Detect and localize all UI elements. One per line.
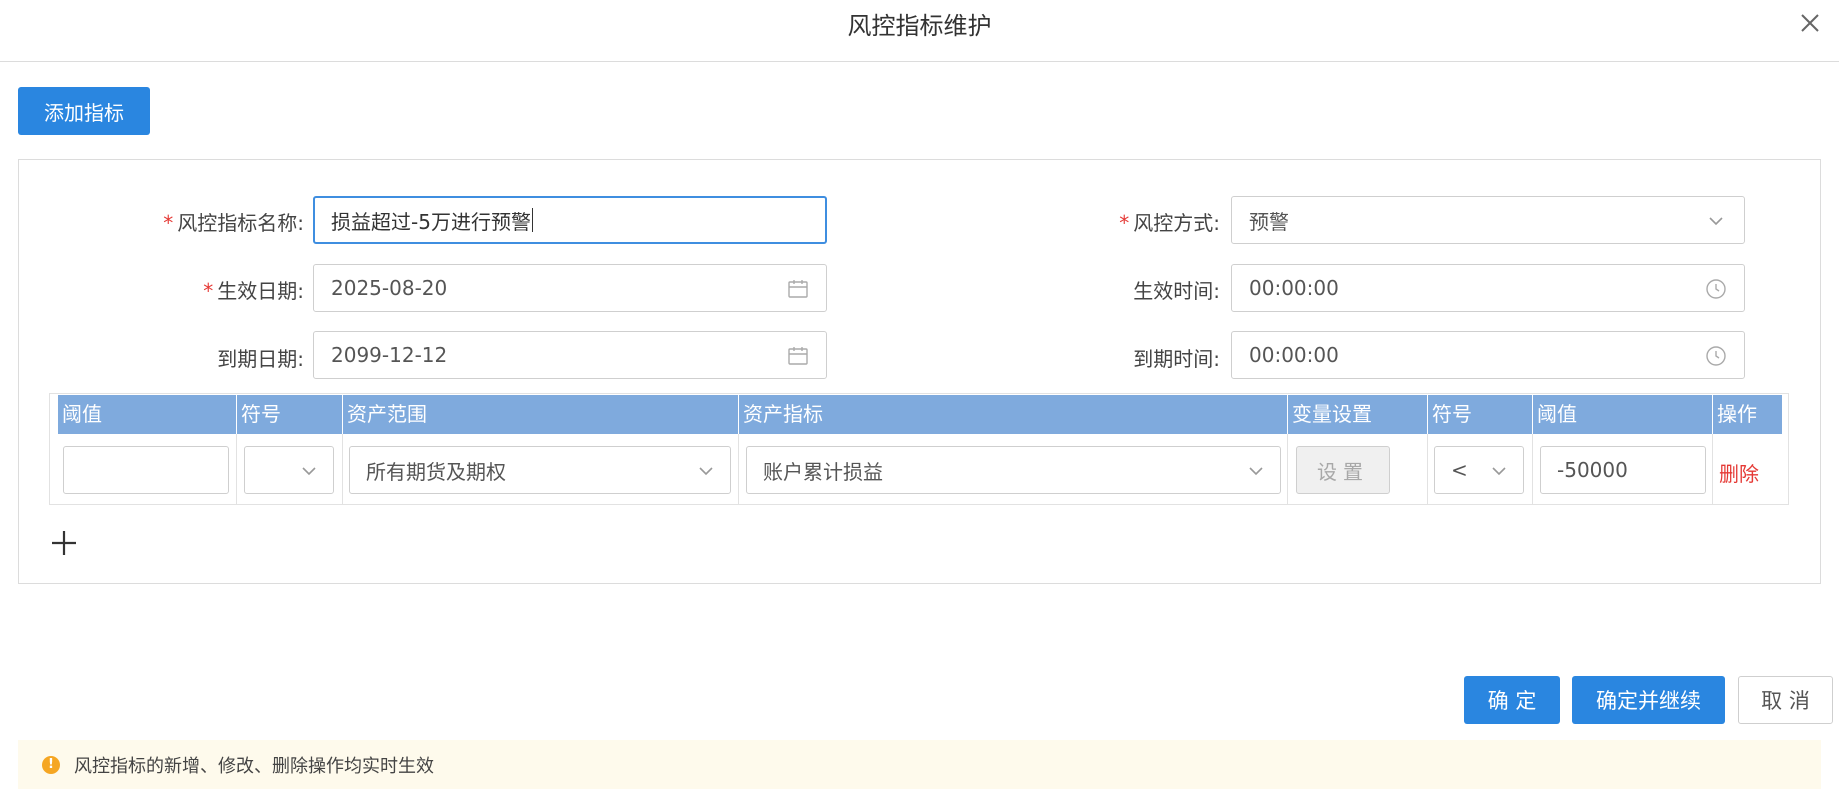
delete-row-link[interactable]: 删除 [1719,458,1759,487]
column-header: 阈值 [58,395,237,434]
cancel-button[interactable]: 取 消 [1738,676,1833,724]
add-row-plus-icon[interactable] [48,527,80,559]
column-header: 阈值 [1533,395,1713,434]
asset-scope-select[interactable]: 所有期货及期权 [349,446,731,494]
close-icon[interactable] [1793,6,1827,40]
column-header: 符号 [1428,395,1533,434]
variable-settings-button[interactable]: 设置 [1296,446,1390,494]
text-caret [531,208,533,232]
column-header: 资产范围 [343,395,739,434]
column-header: 符号 [237,395,343,434]
column-divider [1427,434,1428,504]
indicator-name-input[interactable]: 损益超过-5万进行预警 [313,196,827,244]
expire-time-picker[interactable]: 00:00:00 [1231,331,1745,379]
method-select[interactable]: 预警 [1231,196,1745,244]
symbol-right-select[interactable]: < [1434,446,1524,494]
confirm-button[interactable]: 确 定 [1464,676,1560,724]
column-divider [236,434,237,504]
table-row: 所有期货及期权 账户累计损益 设置 < -50000 删除 [50,434,1788,504]
column-header: 操作 [1717,402,1757,426]
chevron-down-icon [1244,459,1268,483]
method-label: * 风控方式: [1119,211,1220,235]
dialog-header: 风控指标维护 [0,0,1839,62]
table-header: 阈值 符号 资产范围 资产指标 变量设置 符号 阈值 操作 [58,395,1782,434]
effective-date-label: * 生效日期: [203,279,304,303]
column-divider [1287,434,1288,504]
effective-date-picker[interactable]: 2025-08-20 [313,264,827,312]
column-divider [1712,434,1713,504]
expire-date-picker[interactable]: 2099-12-12 [313,331,827,379]
symbol-left-select[interactable] [244,446,334,494]
confirm-continue-button[interactable]: 确定并继续 [1572,676,1725,724]
add-indicator-button[interactable]: 添加指标 [18,87,150,135]
calendar-icon [786,344,810,368]
column-divider [1532,434,1533,504]
column-header: 变量设置 [1288,395,1428,434]
effective-time-label: 生效时间: [1133,279,1220,303]
chevron-down-icon [1487,459,1511,483]
chevron-down-icon [1704,209,1728,233]
threshold-right-input[interactable]: -50000 [1540,446,1706,494]
condition-table: 阈值 符号 资产范围 资产指标 变量设置 符号 阈值 操作 所有期货及期权 账户… [49,393,1789,505]
threshold-left-input[interactable] [63,446,229,494]
clock-icon [1704,344,1728,368]
warning-icon: ! [42,755,60,774]
clock-icon [1704,277,1728,301]
column-divider [738,434,739,504]
dialog-title: 风控指标维护 [847,12,992,40]
notice-text: 风控指标的新增、修改、删除操作均实时生效 [74,755,434,777]
chevron-down-icon [297,459,321,483]
column-header: 资产指标 [739,395,1288,434]
name-label: * 风控指标名称: [163,211,304,235]
column-divider [342,434,343,504]
asset-indicator-select[interactable]: 账户累计损益 [746,446,1281,494]
effective-time-picker[interactable]: 00:00:00 [1231,264,1745,312]
notice-bar: ! 风控指标的新增、修改、删除操作均实时生效 [18,740,1821,789]
chevron-down-icon [694,459,718,483]
calendar-icon [786,277,810,301]
expire-date-label: 到期日期: [217,347,304,371]
expire-time-label: 到期时间: [1133,347,1220,371]
